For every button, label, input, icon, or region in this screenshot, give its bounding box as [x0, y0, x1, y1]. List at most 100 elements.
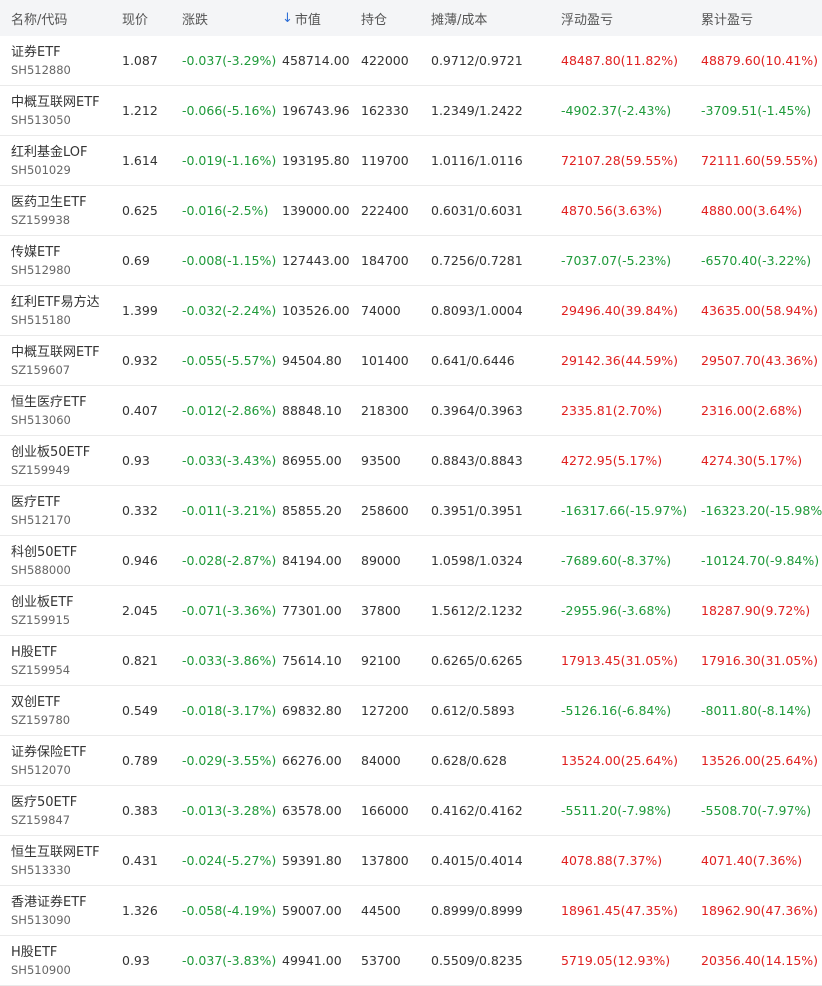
cell-holding: 101400 [361, 353, 409, 368]
table-row[interactable]: 红利基金LOF SH501029 1.614 -0.019(-1.16%) 193195… [0, 136, 822, 186]
cell-float-pnl: 29496.40(39.84%) [561, 303, 679, 318]
cell-total-pnl: -8011.80(-8.14%) [701, 703, 812, 718]
column-header-change[interactable]: 涨跌 [171, 9, 271, 28]
sort-descending-icon: ↓ [282, 10, 293, 26]
cell-float-pnl: -7689.60(-8.37%) [561, 553, 672, 568]
column-header-total-pnl[interactable]: 累计盈亏 [690, 9, 822, 28]
stock-code: SZ159915 [11, 612, 71, 627]
table-row[interactable]: 创业板50ETF SZ159949 0.93 -0.033(-3.43%) 86955.… [0, 436, 822, 486]
table-row[interactable]: 传媒ETF SH512980 0.69 -0.008(-1.15%) 127443.00… [0, 236, 822, 286]
cell-total-pnl: 48879.60(10.41%) [701, 53, 819, 68]
cell-market-value: 103526.00 [282, 303, 350, 318]
stock-code: SZ159607 [11, 362, 71, 377]
column-header-name[interactable]: 名称/代码 [0, 9, 111, 28]
cell-name-code: 医药卫生ETF SZ159938 [0, 186, 111, 235]
column-header-market-value[interactable]: ↓ 市值 [271, 9, 350, 28]
cell-total-pnl: -3709.51(-1.45%) [701, 103, 812, 118]
cell-change: -0.024(-5.27%) [182, 853, 277, 868]
cell-change: -0.012(-2.86%) [182, 403, 277, 418]
cell-name-code: 恒生医疗ETF SH513060 [0, 386, 111, 435]
cell-cost: 0.628/0.628 [431, 753, 507, 768]
table-row[interactable]: 创业板ETF SZ159915 2.045 -0.071(-3.36%) 77301.0… [0, 586, 822, 636]
stock-name: 证券ETF [11, 44, 61, 60]
cell-market-value: 85855.20 [282, 503, 342, 518]
table-row[interactable]: H股ETF SH510900 0.93 -0.037(-3.83%) 49941.00 5… [0, 936, 822, 986]
cell-change: -0.055(-5.57%) [182, 353, 277, 368]
stock-name: 医疗ETF [11, 494, 61, 510]
cell-price: 1.212 [122, 103, 158, 118]
stock-code: SH513050 [11, 112, 71, 127]
stock-code: SH501029 [11, 162, 71, 177]
cell-holding: 93500 [361, 453, 401, 468]
cell-name-code: 医疗50ETF SZ159847 [0, 786, 111, 835]
table-row[interactable]: 证券保险ETF SH512070 0.789 -0.029(-3.55%) 66276.… [0, 736, 822, 786]
table-row[interactable]: 恒生互联网ETF SH513330 0.431 -0.024(-5.27%) 59391… [0, 836, 822, 886]
cell-cost: 1.5612/2.1232 [431, 603, 523, 618]
cell-name-code: 红利基金LOF SH501029 [0, 136, 111, 185]
cell-cost: 1.2349/1.2422 [431, 103, 523, 118]
cell-total-pnl: -6570.40(-3.22%) [701, 253, 812, 268]
column-header-holding[interactable]: 持仓 [350, 9, 420, 28]
cell-float-pnl: 13524.00(25.64%) [561, 753, 679, 768]
cell-price: 0.821 [122, 653, 158, 668]
cell-cost: 0.6031/0.6031 [431, 203, 523, 218]
cell-market-value: 127443.00 [282, 253, 350, 268]
table-row[interactable]: 红利ETF易方达 SH515180 1.399 -0.032(-2.24%) 10352… [0, 286, 822, 336]
stock-name: H股ETF [11, 644, 58, 660]
column-header-cost[interactable]: 摊薄/成本 [420, 9, 550, 28]
cell-float-pnl: 18961.45(47.35%) [561, 903, 679, 918]
table-body: 证券ETF SH512880 1.087 -0.037(-3.29%) 458714.0… [0, 36, 822, 986]
cell-name-code: 创业板ETF SZ159915 [0, 586, 111, 635]
cell-name-code: 红利ETF易方达 SH515180 [0, 286, 111, 335]
cell-name-code: H股ETF SH510900 [0, 936, 111, 985]
table-row[interactable]: 香港证券ETF SH513090 1.326 -0.058(-4.19%) 59007.… [0, 886, 822, 936]
cell-name-code: 证券ETF SH512880 [0, 36, 111, 85]
cell-holding: 89000 [361, 553, 401, 568]
cell-holding: 137800 [361, 853, 409, 868]
cell-float-pnl: 2335.81(2.70%) [561, 403, 663, 418]
table-row[interactable]: 双创ETF SZ159780 0.549 -0.018(-3.17%) 69832.80… [0, 686, 822, 736]
cell-holding: 44500 [361, 903, 401, 918]
stock-code: SH515180 [11, 312, 71, 327]
column-header-float-pnl[interactable]: 浮动盈亏 [550, 9, 690, 28]
table-row[interactable]: 科创50ETF SH588000 0.946 -0.028(-2.87%) 84194.… [0, 536, 822, 586]
cell-name-code: 科创50ETF SH588000 [0, 536, 111, 585]
table-row[interactable]: 中概互联网ETF SZ159607 0.932 -0.055(-5.57%) 94504… [0, 336, 822, 386]
cell-price: 1.399 [122, 303, 158, 318]
table-row[interactable]: 中概互联网ETF SH513050 1.212 -0.066(-5.16%) 19674… [0, 86, 822, 136]
table-row[interactable]: H股ETF SZ159954 0.821 -0.033(-3.86%) 75614.10… [0, 636, 822, 686]
cell-holding: 92100 [361, 653, 401, 668]
cell-price: 0.407 [122, 403, 158, 418]
cell-change: -0.013(-3.28%) [182, 803, 277, 818]
cell-float-pnl: 4870.56(3.63%) [561, 203, 663, 218]
cell-market-value: 69832.80 [282, 703, 342, 718]
cell-float-pnl: 29142.36(44.59%) [561, 353, 679, 368]
stock-code: SH512880 [11, 62, 71, 77]
stock-name: 恒生医疗ETF [11, 394, 87, 410]
table-row[interactable]: 医疗50ETF SZ159847 0.383 -0.013(-3.28%) 63578.… [0, 786, 822, 836]
cell-price: 0.93 [122, 953, 150, 968]
stock-name: 创业板ETF [11, 594, 74, 610]
stock-code: SH513330 [11, 862, 71, 877]
cell-float-pnl: 48487.80(11.82%) [561, 53, 679, 68]
cell-cost: 0.9712/0.9721 [431, 53, 523, 68]
stock-name: 恒生互联网ETF [11, 844, 100, 860]
stock-code: SH512170 [11, 512, 71, 527]
table-row[interactable]: 恒生医疗ETF SH513060 0.407 -0.012(-2.86%) 88848.… [0, 386, 822, 436]
cell-holding: 422000 [361, 53, 409, 68]
cell-holding: 184700 [361, 253, 409, 268]
stock-code: SH513090 [11, 912, 71, 927]
stock-code: SZ159949 [11, 462, 71, 477]
cell-cost: 1.0116/1.0116 [431, 153, 523, 168]
column-header-price[interactable]: 现价 [111, 9, 171, 28]
stock-name: H股ETF [11, 944, 58, 960]
cell-total-pnl: 18287.90(9.72%) [701, 603, 811, 618]
cell-cost: 0.8843/0.8843 [431, 453, 523, 468]
cell-cost: 0.5509/0.8235 [431, 953, 523, 968]
table-row[interactable]: 证券ETF SH512880 1.087 -0.037(-3.29%) 458714.0… [0, 36, 822, 86]
table-row[interactable]: 医疗ETF SH512170 0.332 -0.011(-3.21%) 85855.20… [0, 486, 822, 536]
stock-name: 创业板50ETF [11, 444, 91, 460]
table-row[interactable]: 医药卫生ETF SZ159938 0.625 -0.016(-2.5%) 139000.… [0, 186, 822, 236]
cell-cost: 0.8999/0.8999 [431, 903, 523, 918]
cell-market-value: 59007.00 [282, 903, 342, 918]
